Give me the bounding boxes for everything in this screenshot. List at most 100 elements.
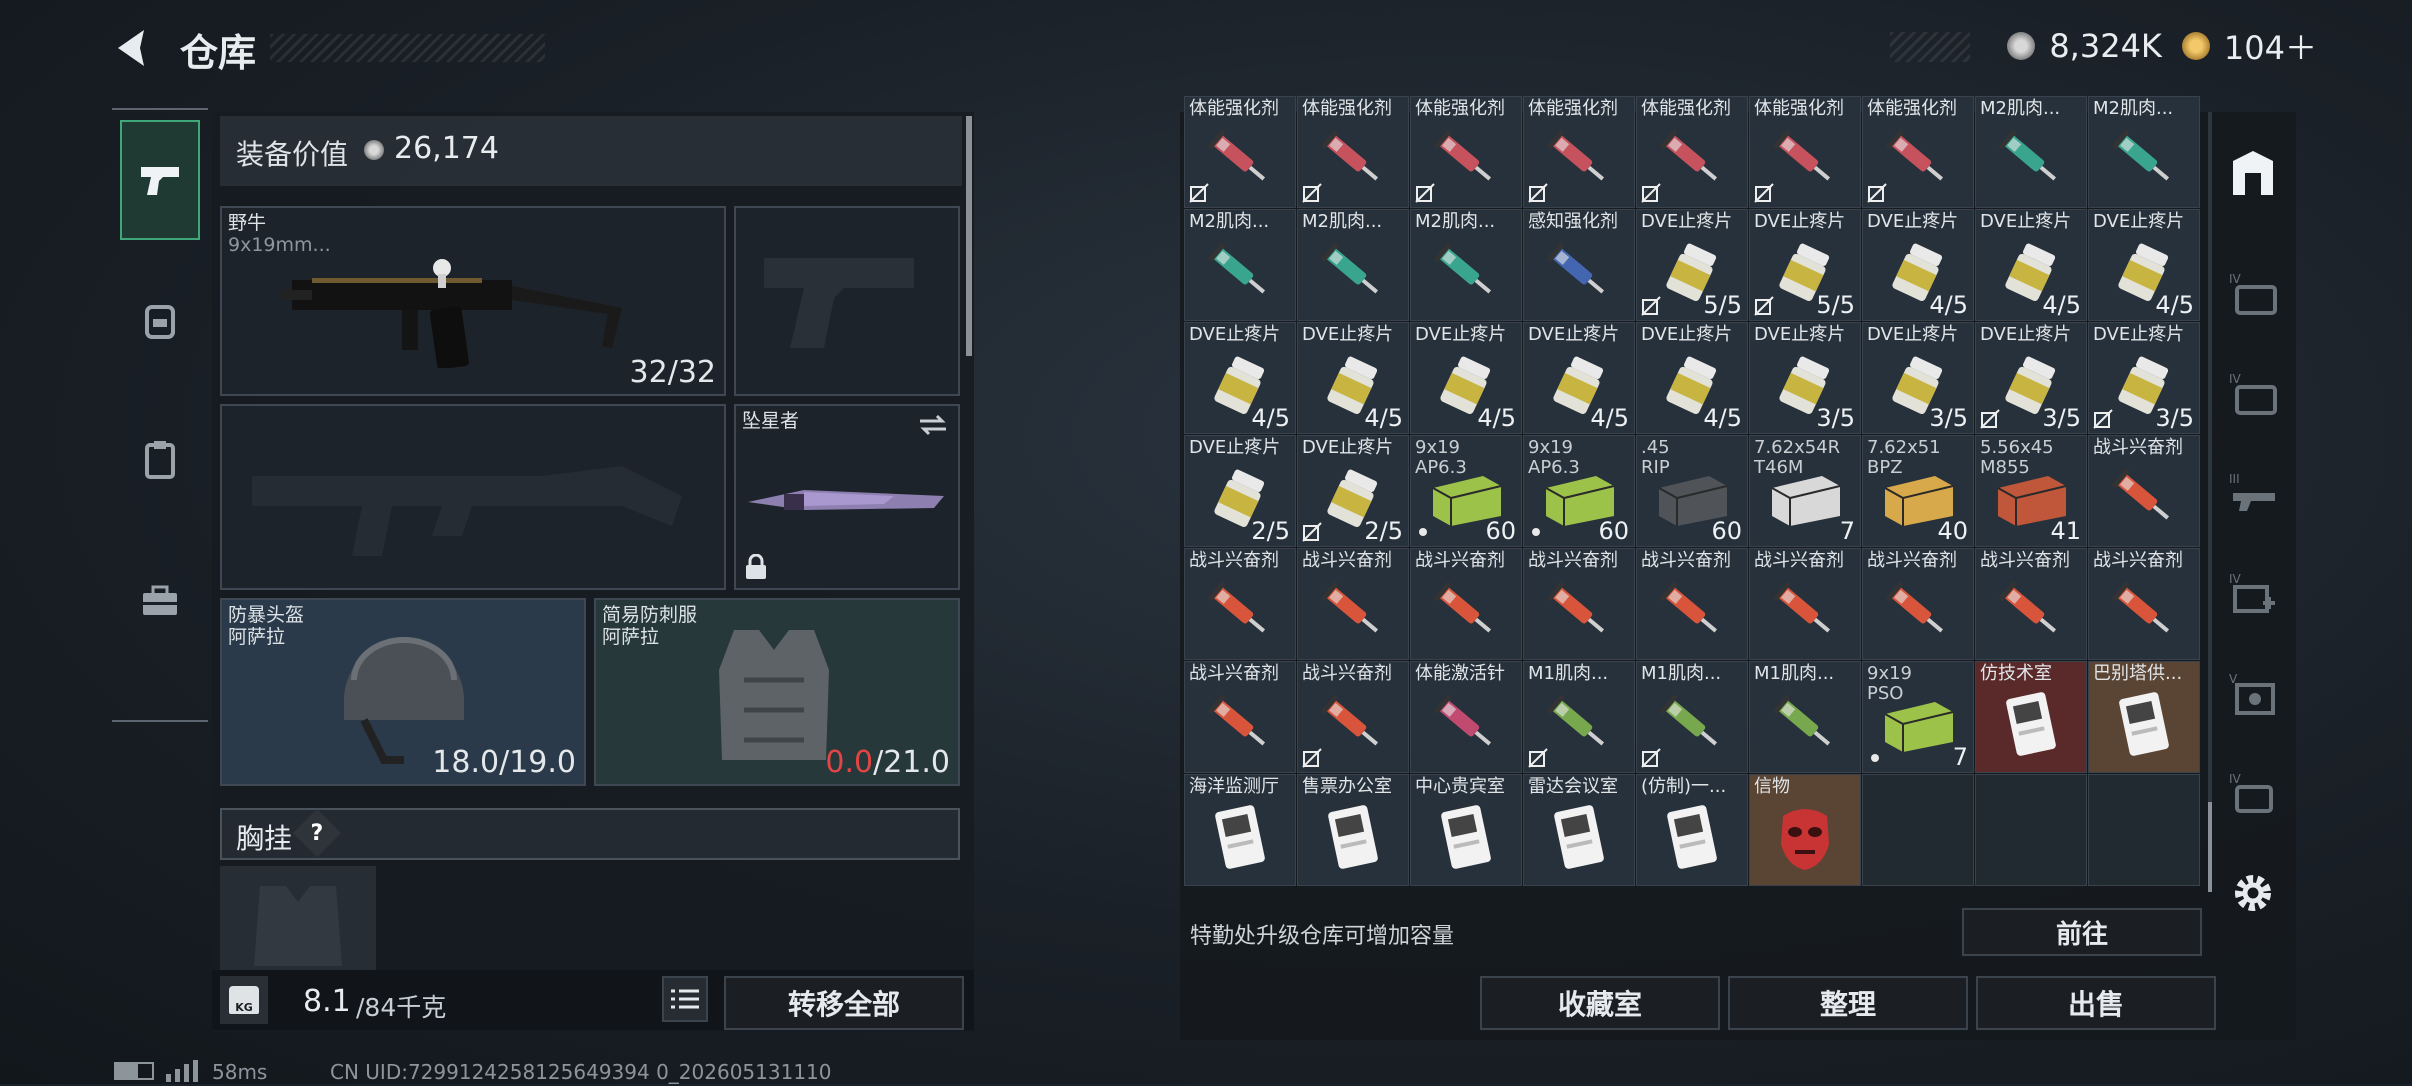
- tab-weapons[interactable]: [120, 120, 200, 240]
- stash-item[interactable]: 7.62x54R T46M 7: [1749, 435, 1861, 547]
- collection-room-button[interactable]: 收藏室: [1480, 976, 1720, 1030]
- no-trade-icon: [1302, 748, 1322, 768]
- stash-item[interactable]: DVE止疼片 3/5: [1975, 322, 2087, 434]
- stash-item[interactable]: DVE止疼片 4/5: [1636, 322, 1748, 434]
- stash-item[interactable]: 7.62x51 BPZ 40: [1862, 435, 1974, 547]
- stash-item[interactable]: DVE止疼片 5/5: [1636, 209, 1748, 321]
- stash-item[interactable]: (仿制)一...: [1636, 774, 1748, 886]
- tab-cards[interactable]: IV: [2222, 762, 2284, 824]
- stash-item[interactable]: DVE止疼片 4/5: [2088, 209, 2200, 321]
- empty-slot[interactable]: [2088, 774, 2200, 886]
- primary-weapon-slot[interactable]: 野牛 9x19mm... 32/32: [220, 206, 726, 396]
- stash-item[interactable]: 战斗兴奋剂: [1636, 548, 1748, 660]
- stash-item[interactable]: 9x19 AP6.3 60: [1523, 435, 1635, 547]
- stash-item[interactable]: 体能激活针: [1410, 661, 1522, 773]
- stash-item[interactable]: DVE止疼片 3/5: [2088, 322, 2200, 434]
- stash-item[interactable]: 战斗兴奋剂: [2088, 548, 2200, 660]
- empty-slot[interactable]: [1862, 774, 1974, 886]
- stash-item[interactable]: DVE止疼片 4/5: [1975, 209, 2087, 321]
- stash-item[interactable]: DVE止疼片 2/5: [1297, 435, 1409, 547]
- tab-backpack[interactable]: [120, 260, 200, 380]
- stash-item[interactable]: 海洋监测厅: [1184, 774, 1296, 886]
- stash-item[interactable]: M2肌肉...: [1410, 209, 1522, 321]
- stash-item[interactable]: 战斗兴奋剂: [1184, 548, 1296, 660]
- stash-item[interactable]: DVE止疼片 4/5: [1297, 322, 1409, 434]
- tab-toolbox[interactable]: [120, 540, 200, 660]
- tab-weapon-rack[interactable]: III: [2222, 462, 2284, 524]
- stash-item[interactable]: 信物: [1749, 774, 1861, 886]
- stash-item[interactable]: DVE止疼片 4/5: [1410, 322, 1522, 434]
- stash-item[interactable]: DVE止疼片 5/5: [1749, 209, 1861, 321]
- syringe-icon: [2111, 128, 2170, 181]
- transfer-all-button[interactable]: 转移全部: [724, 976, 964, 1030]
- swap-icon[interactable]: [918, 414, 948, 436]
- stash-item[interactable]: M1肌肉...: [1636, 661, 1748, 773]
- stash-item[interactable]: 战斗兴奋剂: [1297, 548, 1409, 660]
- stash-item[interactable]: M1肌肉...: [1523, 661, 1635, 773]
- secondary-weapon-slot[interactable]: [220, 404, 726, 590]
- stash-item[interactable]: 雷达会议室: [1523, 774, 1635, 886]
- helmet-slot[interactable]: 防暴头盔 阿萨拉 18.0/19.0: [220, 598, 586, 786]
- stash-item[interactable]: 体能强化剂: [1862, 96, 1974, 208]
- stash-item[interactable]: 战斗兴奋剂: [1975, 548, 2087, 660]
- armor-slot[interactable]: 简易防刺服 阿萨拉 0.0/21.0: [594, 598, 960, 786]
- list-view-button[interactable]: [662, 976, 708, 1022]
- stash-item[interactable]: 感知强化剂: [1523, 209, 1635, 321]
- stash-item[interactable]: DVE止疼片 2/5: [1184, 435, 1296, 547]
- sort-button[interactable]: 整理: [1728, 976, 1968, 1030]
- equipment-scrollbar[interactable]: [966, 116, 972, 356]
- stash-item[interactable]: DVE止疼片 3/5: [1749, 322, 1861, 434]
- sell-button[interactable]: 出售: [1976, 976, 2216, 1030]
- tab-medical[interactable]: IV: [2222, 562, 2284, 624]
- stash-item[interactable]: M2肌肉...: [1975, 96, 2087, 208]
- stash-item[interactable]: M1肌肉...: [1749, 661, 1861, 773]
- chest-rig-slot[interactable]: [220, 866, 376, 970]
- back-icon[interactable]: [110, 26, 154, 70]
- stash-item[interactable]: DVE止疼片 4/5: [1184, 322, 1296, 434]
- empty-slot[interactable]: [1975, 774, 2087, 886]
- tab-main-stash[interactable]: [2222, 142, 2284, 204]
- item-name: M1肌肉...: [1754, 663, 1835, 684]
- stash-item[interactable]: 战斗兴奋剂: [1862, 548, 1974, 660]
- stash-item[interactable]: 体能强化剂: [1523, 96, 1635, 208]
- tab-stash-4a[interactable]: IV: [2222, 262, 2284, 324]
- armor-vest-image: [719, 630, 829, 760]
- melee-slot[interactable]: 坠星者: [734, 404, 960, 590]
- sidearm-slot[interactable]: [734, 206, 960, 396]
- stash-item[interactable]: 战斗兴奋剂: [1184, 661, 1296, 773]
- stash-item[interactable]: 战斗兴奋剂: [1523, 548, 1635, 660]
- tab-clipboard[interactable]: [120, 400, 200, 520]
- tab-stash-4b[interactable]: IV: [2222, 362, 2284, 424]
- stash-item[interactable]: 仿技术室: [1975, 661, 2087, 773]
- stash-item[interactable]: M2肌肉...: [1184, 209, 1296, 321]
- stash-item[interactable]: 5.56x45 M855 41: [1975, 435, 2087, 547]
- stash-item[interactable]: 战斗兴奋剂: [1410, 548, 1522, 660]
- stash-item[interactable]: 巴别塔供...: [2088, 661, 2200, 773]
- stash-item[interactable]: .45 RIP 60: [1636, 435, 1748, 547]
- stash-item[interactable]: 9x19 PSO 7: [1862, 661, 1974, 773]
- item-name: 体能强化剂: [1754, 98, 1844, 119]
- stash-item[interactable]: M2肌肉...: [2088, 96, 2200, 208]
- stash-item[interactable]: DVE止疼片 4/5: [1523, 322, 1635, 434]
- stash-item[interactable]: M2肌肉...: [1297, 209, 1409, 321]
- stash-item[interactable]: DVE止疼片 4/5: [1862, 209, 1974, 321]
- tab-safe[interactable]: V: [2222, 662, 2284, 724]
- armor-map: 阿萨拉: [602, 626, 660, 648]
- stash-item[interactable]: 战斗兴奋剂: [2088, 435, 2200, 547]
- stash-item[interactable]: 中心贵宾室: [1410, 774, 1522, 886]
- stash-item[interactable]: 战斗兴奋剂: [1749, 548, 1861, 660]
- syringe-icon: [1546, 580, 1605, 633]
- stash-item[interactable]: 体能强化剂: [1749, 96, 1861, 208]
- item-name: 体能强化剂: [1189, 98, 1279, 119]
- stash-item[interactable]: DVE止疼片 3/5: [1862, 322, 1974, 434]
- stash-item[interactable]: 体能强化剂: [1410, 96, 1522, 208]
- stash-item[interactable]: 9x19 AP6.3 60: [1410, 435, 1522, 547]
- stash-item[interactable]: 体能强化剂: [1297, 96, 1409, 208]
- stash-item[interactable]: 体能强化剂: [1636, 96, 1748, 208]
- stash-item[interactable]: 售票办公室: [1297, 774, 1409, 886]
- settings-button[interactable]: [2222, 862, 2284, 924]
- stash-item[interactable]: 战斗兴奋剂: [1297, 661, 1409, 773]
- premium-currency-amount[interactable]: 104＋: [2224, 23, 2317, 69]
- goto-button[interactable]: 前往: [1962, 908, 2202, 956]
- stash-item[interactable]: 体能强化剂: [1184, 96, 1296, 208]
